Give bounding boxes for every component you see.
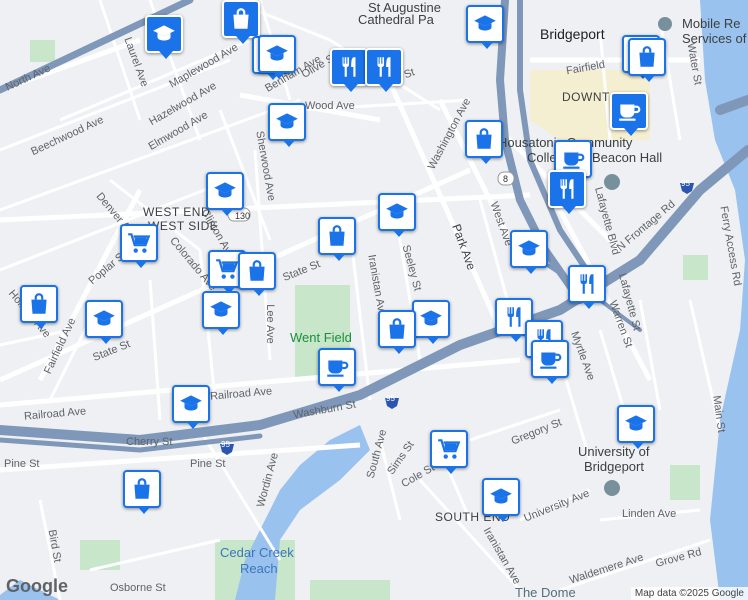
label-cathedral: Cathedral Pa bbox=[358, 12, 434, 27]
school-icon bbox=[488, 484, 514, 510]
map-pin-school[interactable] bbox=[482, 478, 520, 522]
label-lee-ave: Lee Ave bbox=[263, 304, 276, 344]
map-pin-shopping[interactable] bbox=[318, 217, 356, 261]
shopping-icon bbox=[324, 223, 350, 249]
map-canvas[interactable]: North Ave Laurel Ave Maplewood Ave Benha… bbox=[0, 0, 748, 600]
i95-shield-b: 95 bbox=[221, 440, 230, 449]
cafe-icon bbox=[560, 146, 586, 172]
restaurant-icon bbox=[554, 176, 580, 202]
school-icon bbox=[212, 178, 238, 204]
map-pin-shopping[interactable] bbox=[123, 470, 161, 514]
label-reach: Reach bbox=[240, 561, 278, 576]
cafe-icon bbox=[324, 354, 350, 380]
cafe-icon bbox=[616, 98, 642, 124]
map-pin-school[interactable] bbox=[617, 405, 655, 449]
restaurant-icon bbox=[501, 304, 527, 330]
label-went-field: Went Field bbox=[290, 330, 352, 345]
route-8: 8 bbox=[503, 174, 509, 184]
i95-shield-a: 95 bbox=[386, 394, 395, 403]
map-pin-restaurant[interactable] bbox=[568, 265, 606, 309]
school-icon bbox=[516, 236, 542, 262]
school-icon bbox=[472, 11, 498, 37]
map-pin-school[interactable] bbox=[172, 385, 210, 429]
map-pin-cafe[interactable] bbox=[610, 92, 648, 136]
label-bridgeport: Bridgeport bbox=[540, 26, 605, 42]
label-linden-ave: Linden Ave bbox=[622, 508, 677, 520]
label-mobile-rescue: Mobile Re bbox=[682, 16, 741, 31]
i95-shield-c: 95 bbox=[681, 179, 690, 188]
map-pin-school[interactable] bbox=[268, 103, 306, 147]
map-pin-shopping[interactable] bbox=[238, 252, 276, 296]
school-icon bbox=[91, 306, 117, 332]
label-pine-st: Pine St bbox=[4, 458, 40, 470]
shopping-icon bbox=[228, 6, 254, 32]
map-pin-restaurant[interactable] bbox=[548, 170, 586, 214]
shopping-icon bbox=[471, 126, 497, 152]
cafe-icon bbox=[537, 346, 563, 372]
google-logo: Google bbox=[6, 576, 68, 596]
map-pin-restaurant[interactable] bbox=[365, 48, 403, 92]
map-pin-school[interactable] bbox=[145, 15, 183, 59]
restaurant-icon bbox=[574, 271, 600, 297]
label-wood-ave: Wood Ave bbox=[305, 100, 355, 112]
map-pin-grocery[interactable] bbox=[430, 430, 468, 474]
map-pin-school[interactable] bbox=[85, 300, 123, 344]
map-pin-shopping[interactable] bbox=[465, 120, 503, 164]
label-the-dome: The Dome bbox=[515, 585, 576, 600]
route-130: 130 bbox=[235, 211, 251, 221]
grocery-icon bbox=[436, 436, 462, 462]
shopping-icon bbox=[26, 291, 52, 317]
map-pin-school[interactable] bbox=[466, 5, 504, 49]
map-pin-school[interactable] bbox=[412, 300, 450, 344]
map-pin-school[interactable] bbox=[378, 193, 416, 237]
map-attribution[interactable]: Map data ©2025 Google bbox=[630, 587, 748, 600]
school-icon bbox=[623, 411, 649, 437]
map-pin-shopping[interactable] bbox=[628, 38, 666, 82]
label-cherry-st: Cherry St bbox=[126, 436, 173, 448]
map-pin-shopping[interactable] bbox=[20, 285, 58, 329]
school-icon bbox=[208, 297, 234, 323]
grocery-icon bbox=[126, 230, 152, 256]
shopping-icon bbox=[384, 316, 410, 342]
map-pin-grocery[interactable] bbox=[120, 224, 158, 268]
label-beacon-hall: Beacon Hall bbox=[592, 150, 663, 165]
restaurant-icon bbox=[336, 54, 362, 80]
school-icon bbox=[274, 109, 300, 135]
shopping-icon bbox=[634, 44, 660, 70]
grocery-icon bbox=[214, 256, 240, 282]
label-pine-st-2: Pine St bbox=[190, 458, 226, 470]
label-bridgeport-2: Bridgeport bbox=[584, 459, 644, 474]
map-pin-cafe[interactable] bbox=[531, 340, 569, 384]
map-pin-shopping[interactable] bbox=[378, 310, 416, 354]
map-pin-school[interactable] bbox=[206, 172, 244, 216]
school-icon bbox=[151, 21, 177, 47]
map-pin-school[interactable] bbox=[258, 35, 296, 79]
label-downtown: DOWNT bbox=[562, 90, 610, 104]
school-icon bbox=[418, 306, 444, 332]
map-pin-cafe[interactable] bbox=[318, 348, 356, 392]
school-icon bbox=[264, 41, 290, 67]
school-icon bbox=[178, 391, 204, 417]
restaurant-icon bbox=[371, 54, 397, 80]
map-pin-school[interactable] bbox=[510, 230, 548, 274]
shopping-icon bbox=[129, 476, 155, 502]
map-pin-shopping[interactable] bbox=[222, 0, 260, 44]
map-pin-school[interactable] bbox=[202, 291, 240, 335]
map-pin-restaurant[interactable] bbox=[330, 48, 368, 92]
label-cedar-creek: Cedar Creek bbox=[220, 545, 294, 560]
shopping-icon bbox=[244, 258, 270, 284]
school-icon bbox=[384, 199, 410, 225]
label-osborne-st: Osborne St bbox=[110, 582, 166, 594]
